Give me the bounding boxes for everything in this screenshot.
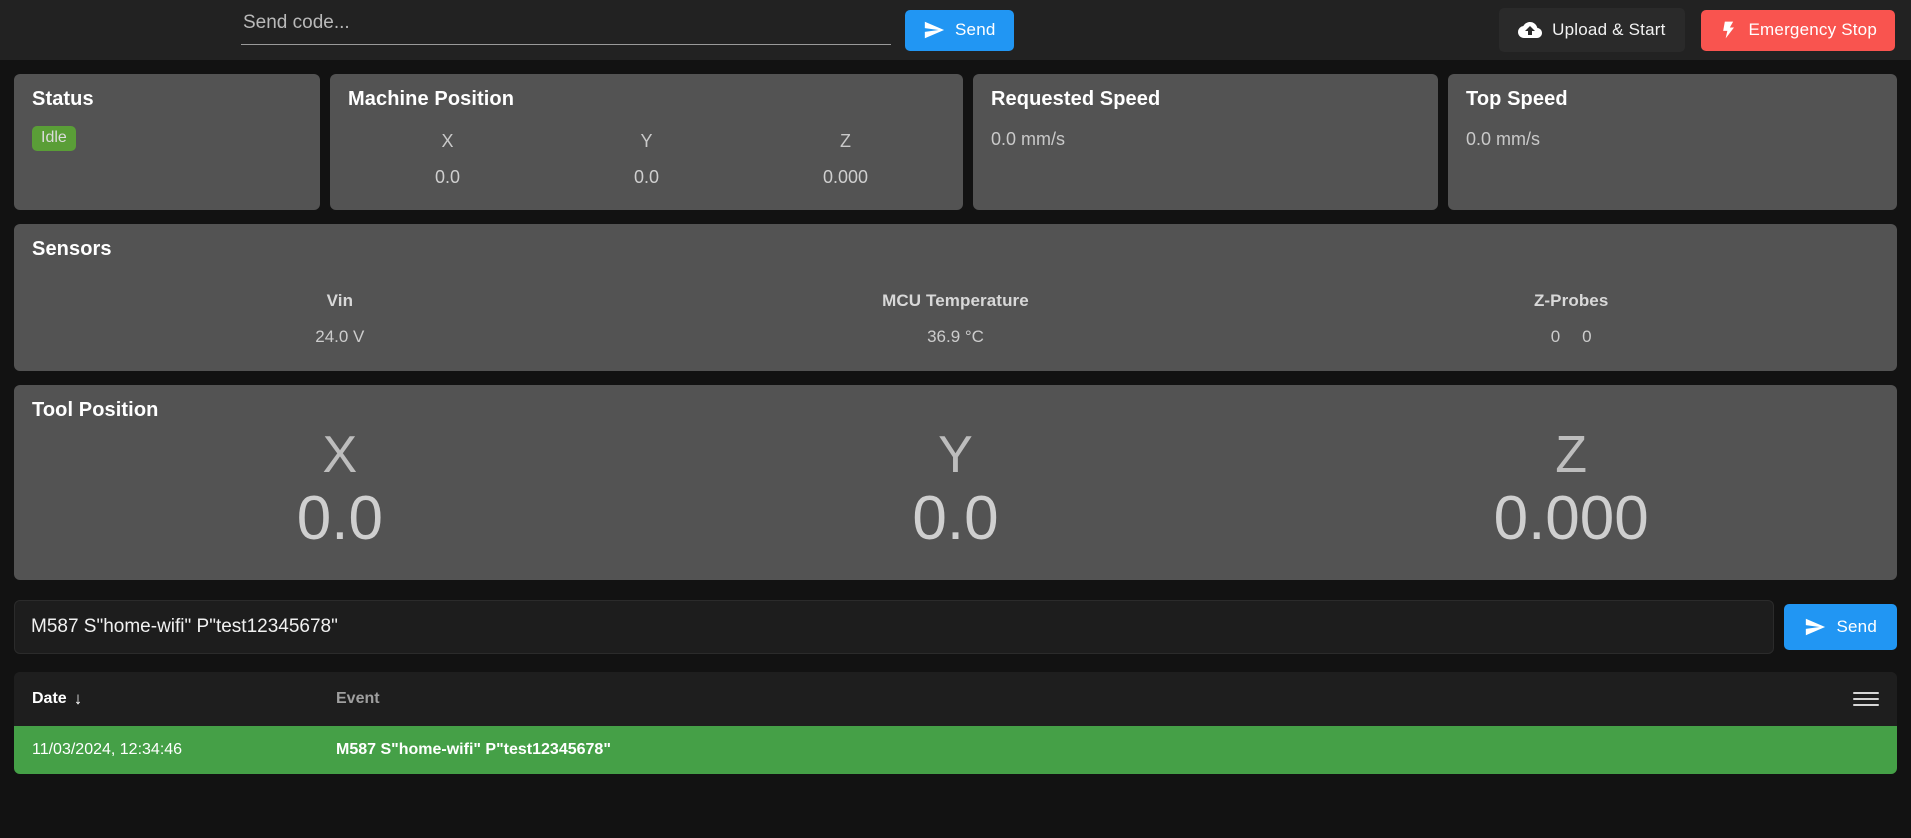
status-card: Status Idle xyxy=(14,74,320,210)
tool-position-card: Tool Position X 0.0 Y 0.0 Z 0.000 xyxy=(14,384,1897,580)
tool-axis-y-value: 0.0 xyxy=(912,484,999,554)
table-row-date: 11/03/2024, 12:34:46 xyxy=(32,740,183,758)
machine-axis-x-value: 0.0 xyxy=(434,167,461,188)
send-code-button-label: Send xyxy=(955,20,996,39)
machine-position-axes: X 0.0 Y 0.0 Z 0.000 xyxy=(348,129,945,190)
sensors-card: Sensors Vin 24.0 V MCU Temperature 36.9 … xyxy=(14,223,1897,371)
requested-speed-title: Requested Speed xyxy=(991,88,1161,110)
tool-axis-z-value: 0.000 xyxy=(1493,484,1649,554)
status-row: Status Idle Machine Position X 0.0 Y 0.0… xyxy=(14,74,1897,210)
machine-axis-z-value: 0.000 xyxy=(822,167,869,188)
column-header-date[interactable]: Date ↓ xyxy=(32,690,336,708)
main-content: Status Idle Machine Position X 0.0 Y 0.0… xyxy=(0,74,1911,774)
top-speed-card: Top Speed 0.0 mm/s xyxy=(1448,74,1897,210)
console-table-header: Date ↓ Event xyxy=(14,671,1897,726)
table-row-event: M587 S"home-wifi" P"test12345678" xyxy=(336,740,611,758)
machine-axis-y-value: 0.0 xyxy=(633,167,660,188)
machine-axis-x-label: X xyxy=(441,131,454,151)
machine-axis-y: Y 0.0 xyxy=(547,129,746,190)
tool-position-axes: X 0.0 Y 0.0 Z 0.000 xyxy=(32,426,1879,554)
column-header-date-label: Date xyxy=(32,689,67,707)
requested-speed-card: Requested Speed 0.0 mm/s xyxy=(973,74,1438,210)
send-code-input-wrapper xyxy=(241,8,891,52)
console-send-button-label: Send xyxy=(1836,616,1877,636)
tool-axis-z-label: Z xyxy=(1555,425,1588,484)
console-send-button[interactable]: Send xyxy=(1784,603,1897,650)
sensor-z-probes-values: 0 0 xyxy=(1263,327,1879,347)
tool-axis-x-value: 0.0 xyxy=(296,484,383,554)
sensor-mcu-temperature: MCU Temperature 36.9 °C xyxy=(648,291,1264,347)
table-row[interactable]: 11/03/2024, 12:34:46 M587 S"home-wifi" P… xyxy=(14,725,1897,774)
sensor-z-probes-label: Z-Probes xyxy=(1533,290,1609,310)
sensor-mcu-temperature-label: MCU Temperature xyxy=(882,290,1029,310)
send-code-input[interactable] xyxy=(241,8,891,45)
requested-speed-value: 0.0 mm/s xyxy=(991,129,1066,149)
sort-descending-icon: ↓ xyxy=(73,689,83,709)
console-command-bar: Send xyxy=(14,599,1897,654)
lightning-bolt-icon xyxy=(1719,19,1739,41)
sensors-row: Sensors Vin 24.0 V MCU Temperature 36.9 … xyxy=(14,223,1897,371)
tool-axis-x-label: X xyxy=(322,425,358,484)
tool-axis-x: X 0.0 xyxy=(32,426,648,554)
top-speed-title: Top Speed xyxy=(1466,88,1568,110)
top-speed-value: 0.0 mm/s xyxy=(1466,129,1541,149)
sensor-vin: Vin 24.0 V xyxy=(32,291,648,347)
sensor-z-probe-2-value: 0 xyxy=(1582,326,1592,346)
upload-and-start-label: Upload & Start xyxy=(1552,20,1666,39)
tool-axis-y: Y 0.0 xyxy=(648,426,1264,554)
column-header-event[interactable]: Event xyxy=(336,690,1853,708)
sensor-mcu-temperature-value: 36.9 °C xyxy=(927,326,984,346)
console-table: Date ↓ Event 11/03/2024, 12:34:46 M587 S… xyxy=(14,671,1897,774)
machine-axis-z: Z 0.000 xyxy=(746,129,945,190)
column-header-event-label: Event xyxy=(336,689,380,707)
paper-plane-icon xyxy=(923,19,945,41)
tool-axis-z: Z 0.000 xyxy=(1263,426,1879,554)
machine-axis-y-label: Y xyxy=(640,131,653,151)
upload-and-start-button[interactable]: Upload & Start xyxy=(1499,8,1685,52)
paper-plane-icon xyxy=(1804,616,1826,638)
sensor-z-probes: Z-Probes 0 0 xyxy=(1263,291,1879,347)
top-toolbar: Send Upload & Start Emergency Stop xyxy=(0,0,1911,60)
emergency-stop-label: Emergency Stop xyxy=(1748,20,1877,39)
cloud-upload-icon xyxy=(1518,18,1543,42)
machine-position-card: Machine Position X 0.0 Y 0.0 Z 0.000 xyxy=(330,74,963,210)
tool-position-title: Tool Position xyxy=(32,398,159,421)
sensor-z-probe-1-value: 0 xyxy=(1550,326,1561,346)
emergency-stop-button[interactable]: Emergency Stop xyxy=(1700,9,1895,51)
machine-axis-z-label: Z xyxy=(840,131,851,151)
status-badge: Idle xyxy=(32,126,76,151)
sensors-grid: Vin 24.0 V MCU Temperature 36.9 °C Z-Pro… xyxy=(32,291,1879,347)
send-code-button[interactable]: Send xyxy=(905,9,1014,51)
status-card-title: Status xyxy=(32,88,94,110)
hamburger-menu-icon[interactable] xyxy=(1853,691,1879,706)
console-command-input[interactable] xyxy=(14,599,1775,654)
sensors-title: Sensors xyxy=(32,237,112,260)
tool-position-row: Tool Position X 0.0 Y 0.0 Z 0.000 xyxy=(14,384,1897,580)
machine-position-title: Machine Position xyxy=(348,88,515,110)
tool-axis-y-label: Y xyxy=(938,425,973,484)
sensor-vin-label: Vin xyxy=(326,290,354,310)
machine-axis-x: X 0.0 xyxy=(348,129,547,190)
sensor-vin-value: 24.0 V xyxy=(315,326,365,346)
